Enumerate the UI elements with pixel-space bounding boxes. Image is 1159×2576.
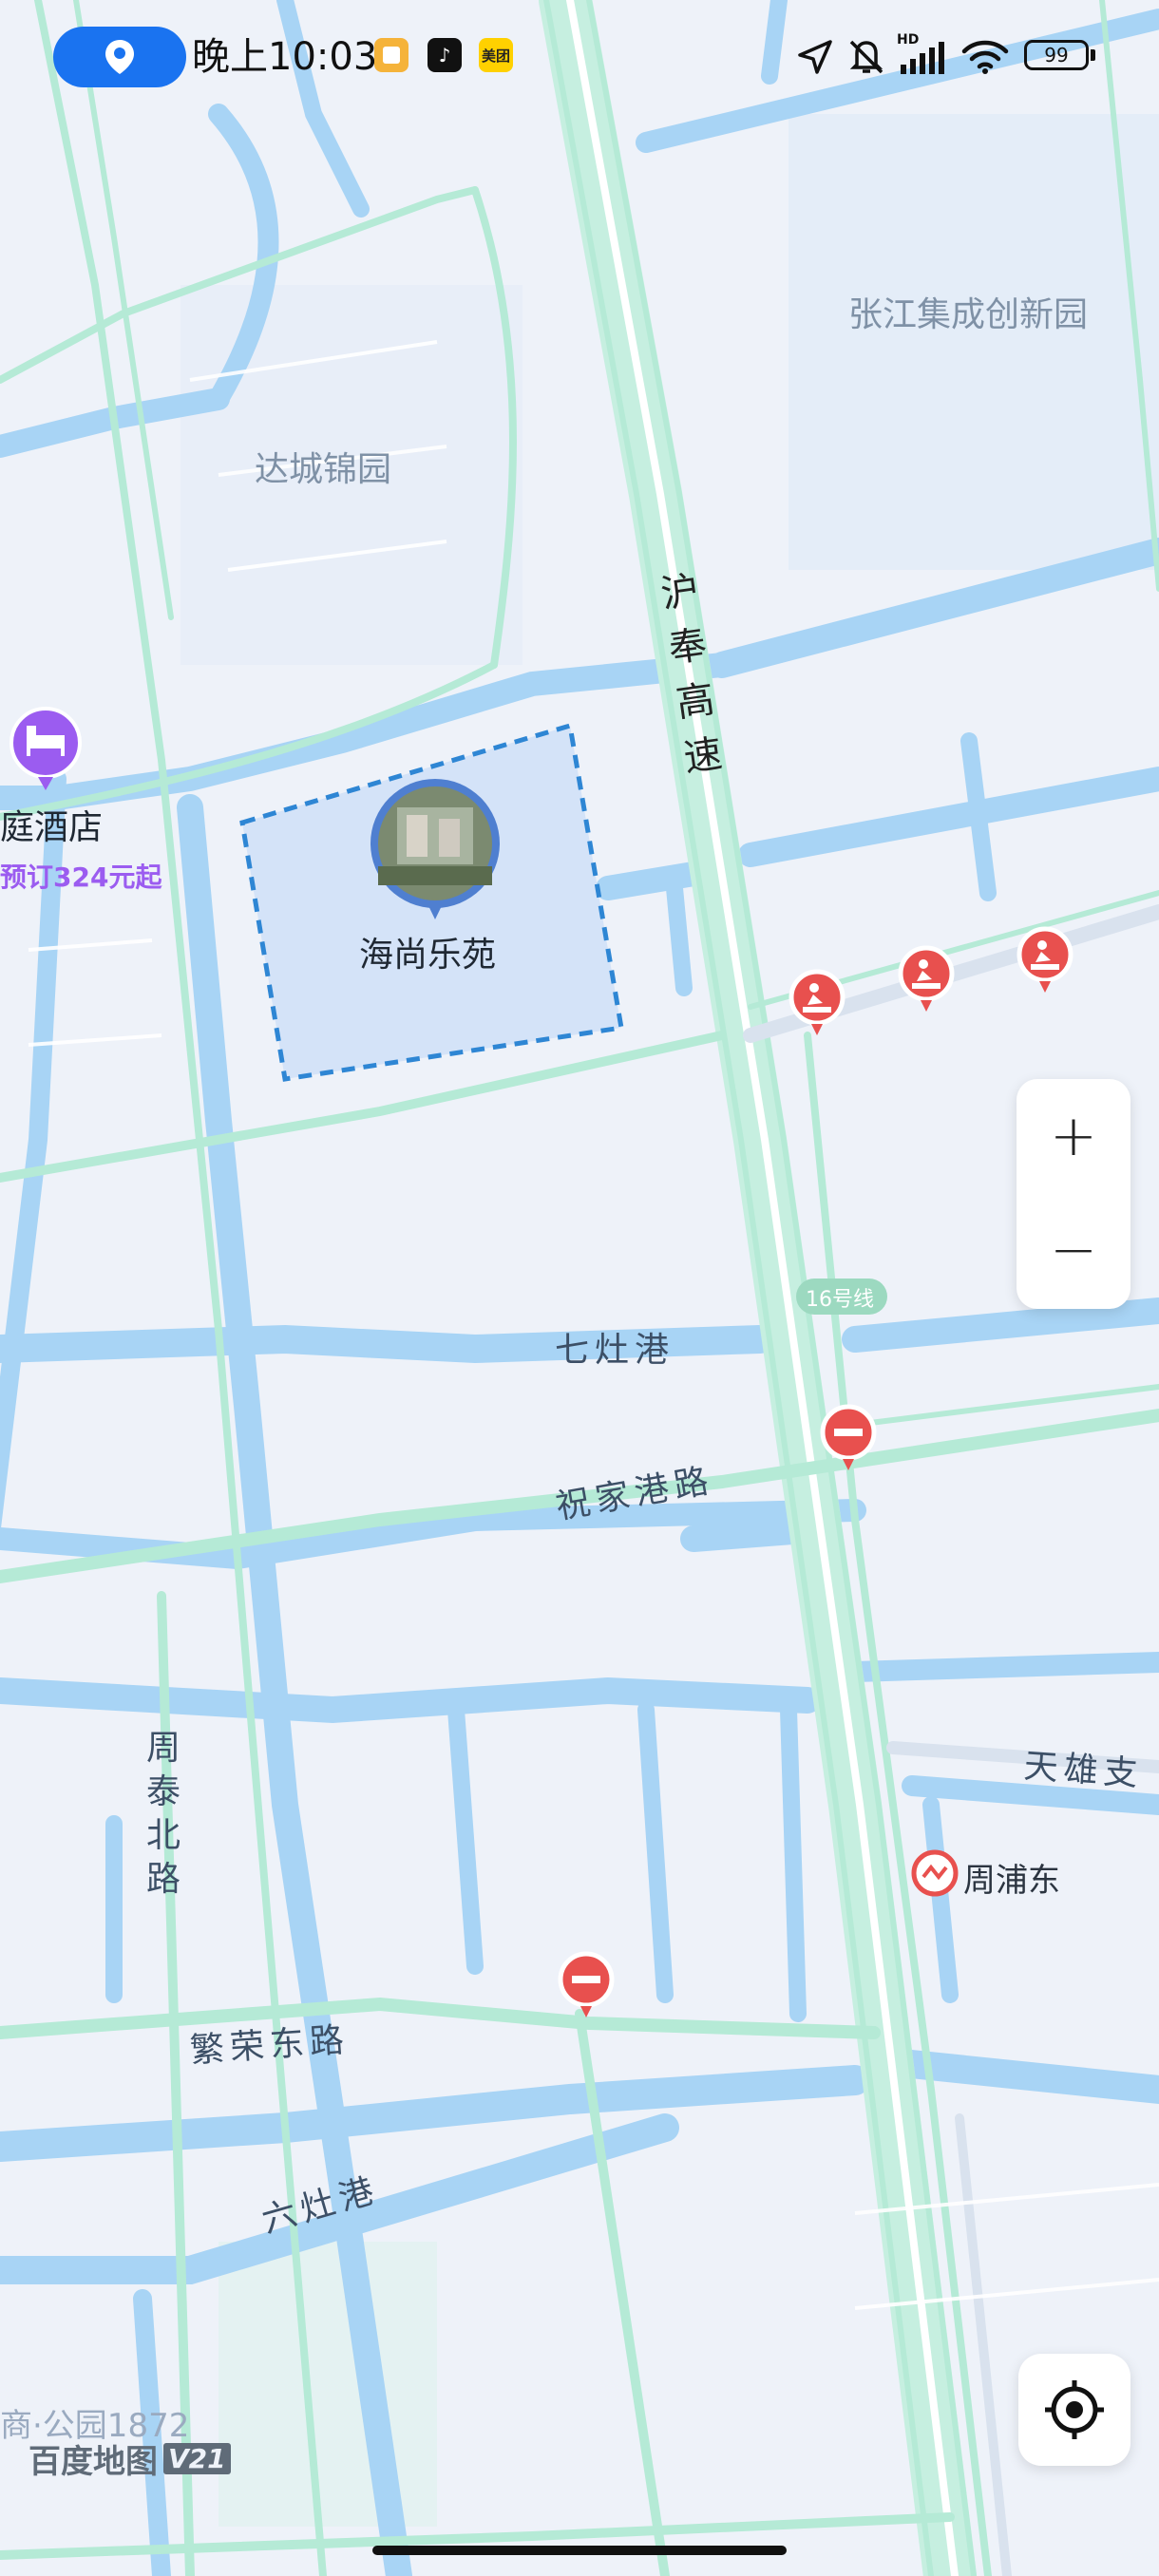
zhangjiang-park-area (788, 114, 1159, 570)
hotel-price-label[interactable]: 预订324元起 (0, 857, 162, 895)
zoom-out-button[interactable]: − (1016, 1193, 1130, 1307)
area-label-zhangjiang: 张江集成创新园 (848, 295, 1089, 334)
battery-icon: 99 (1024, 40, 1089, 70)
road-label-zhoutai: 周泰北路 (146, 1729, 181, 1899)
battery-level: 99 (1044, 44, 1069, 66)
metro-line-label: 16号线 (806, 1288, 874, 1312)
hotel-name-label[interactable]: 庭酒店 (0, 800, 103, 849)
poi-name-label[interactable]: 海尚乐苑 (359, 927, 496, 976)
baidu-map-version-badge: V21 (163, 2443, 231, 2474)
zoom-controls: + − (1016, 1079, 1130, 1309)
road-label-tianxiong: 天雄支 (1022, 1747, 1145, 1794)
metro-station-label[interactable]: 周浦东 (963, 1854, 1060, 1901)
locate-me-button[interactable] (1018, 2354, 1130, 2466)
location-pin-icon (105, 40, 134, 74)
baidu-map-logo: 百度地图 V21 (28, 2435, 231, 2482)
crosshair-icon (1045, 2380, 1104, 2439)
metro-station-icon[interactable] (911, 1849, 959, 1897)
baidu-map-logo-text: 百度地图 (28, 2443, 158, 2481)
status-time: 晚上10:03 (192, 35, 378, 79)
wifi-icon (961, 40, 1009, 74)
area-label-dacheng: 达城锦园 (255, 450, 392, 489)
road-label-qizaogang: 七灶港 (555, 1331, 675, 1370)
status-bar: 晚上10:03 ♪ 美团 HD 99 (0, 0, 1159, 114)
home-indicator[interactable] (372, 2546, 787, 2555)
location-pill[interactable] (53, 27, 186, 87)
location-arrow-icon (798, 40, 832, 74)
map-canvas[interactable] (0, 0, 1159, 2576)
mute-bell-icon (849, 40, 884, 74)
map-screen: 张江集成创新园 达城锦园 沪奉高速 七灶港 祝家港路 周泰北路 繁荣东路 六灶港… (0, 0, 1159, 2576)
signal-icon (901, 42, 944, 74)
zoom-in-button[interactable]: + (1016, 1079, 1130, 1193)
meituan-app-icon: 美团 (479, 38, 513, 72)
tiktok-app-icon: ♪ (428, 38, 462, 72)
notes-app-icon (374, 38, 408, 72)
